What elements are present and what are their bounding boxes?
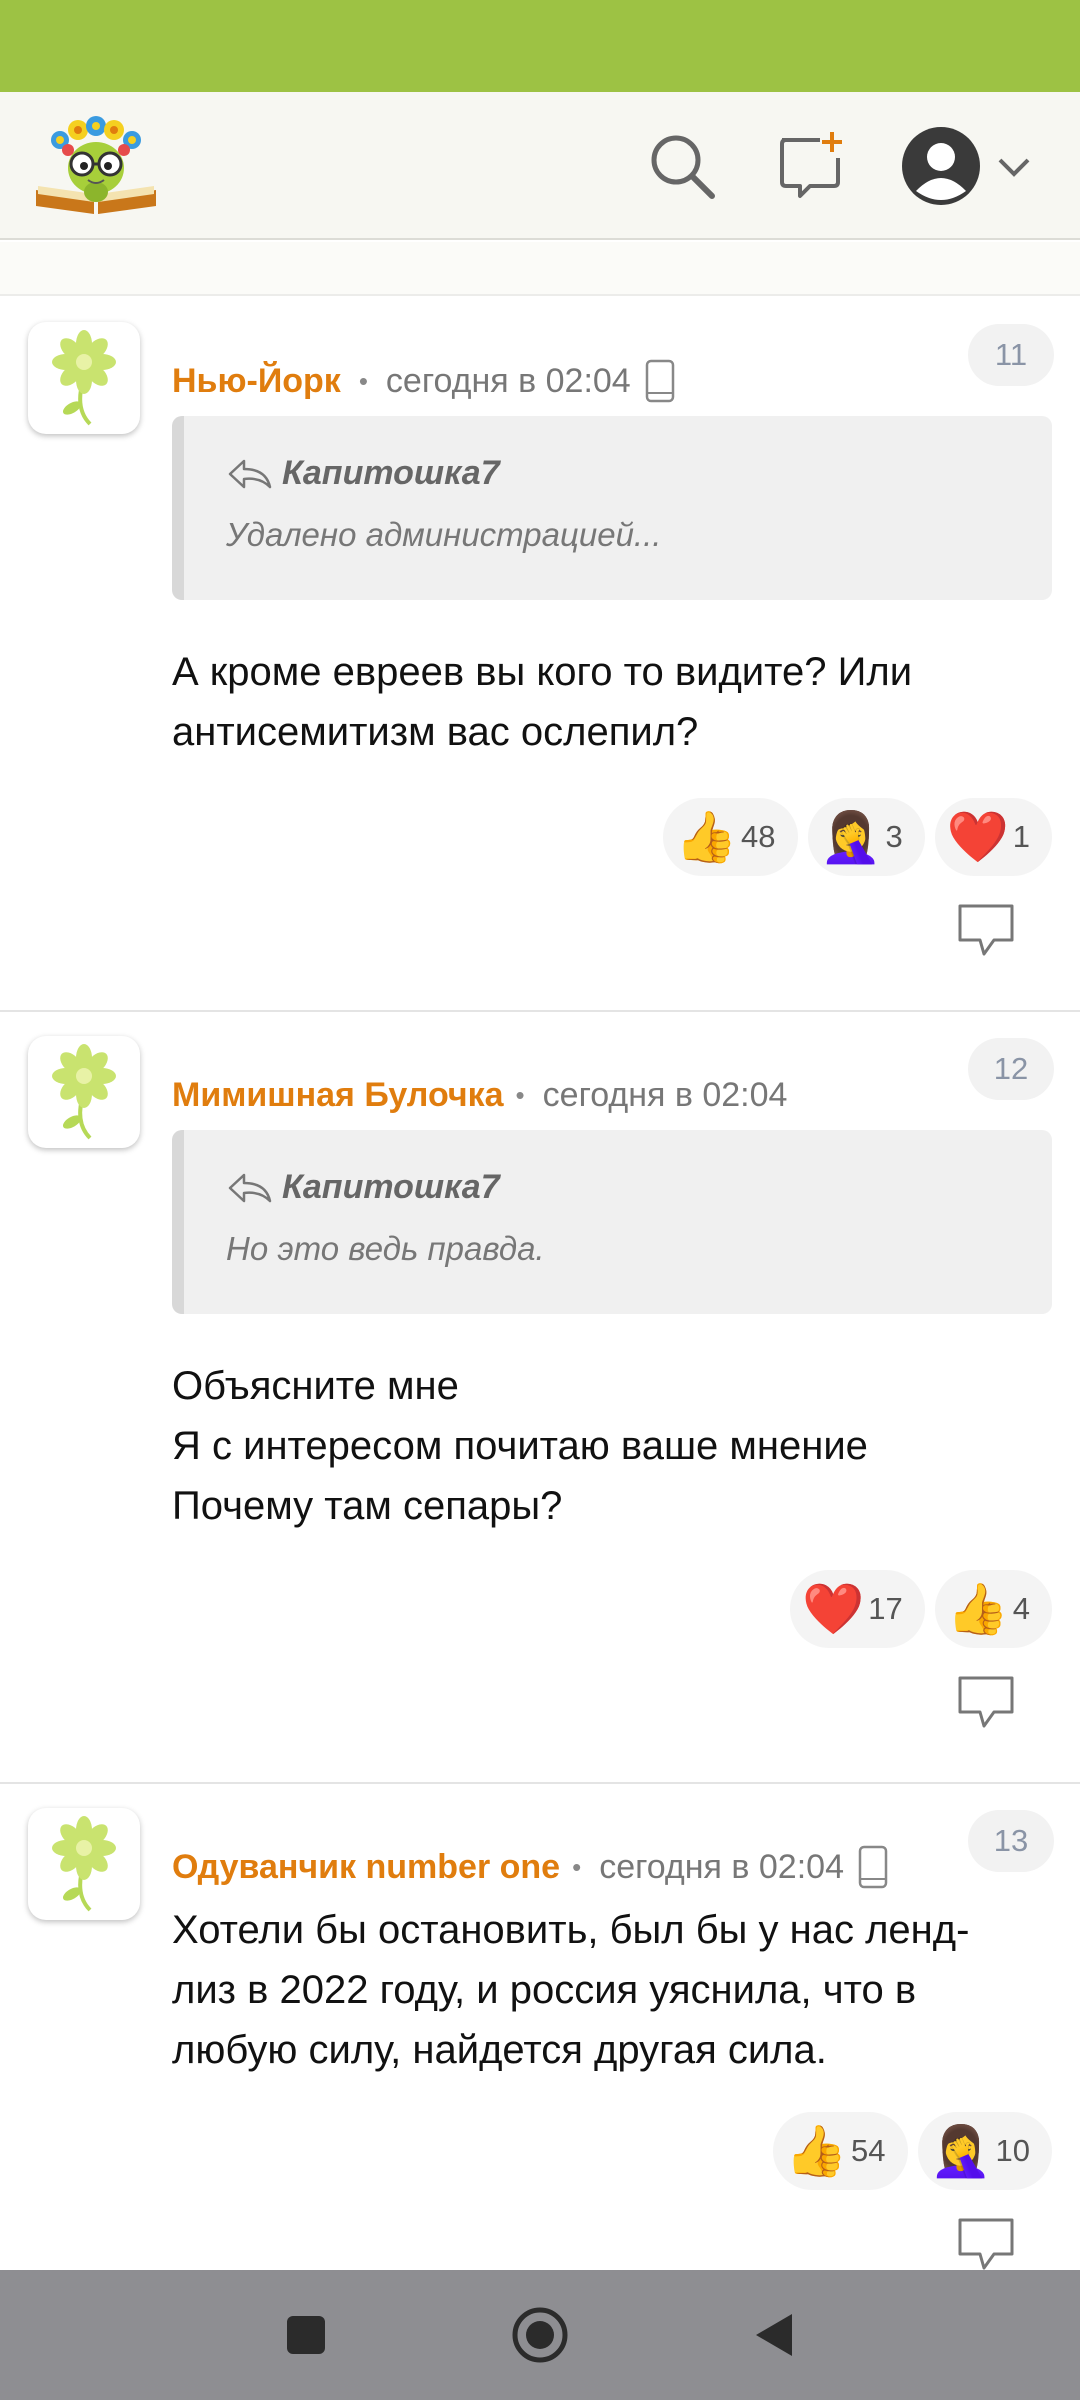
back-button[interactable] [734, 2300, 814, 2370]
recents-square-icon [287, 2316, 325, 2354]
new-post-icon [780, 132, 842, 198]
comment-13: Одуванчик number one • сегодня в 02:04 1… [0, 1784, 1080, 2270]
comment-line: Почему там сепары? [172, 1484, 563, 1528]
comment-line: А кроме евреев вы кого то видите? Или [172, 650, 913, 694]
reaction-thumbs-up[interactable]: 👍 4 [934, 1570, 1052, 1648]
reactions-bar: 👍 54 🤦‍♀️ 10 [773, 2112, 1052, 2190]
comment-body: Хотели бы остановить, был бы у нас ленд-… [172, 1900, 1052, 2080]
facepalm-icon: 🤦‍♀️ [819, 808, 882, 866]
reaction-count: 1 [1012, 819, 1030, 854]
reaction-count: 10 [995, 2133, 1030, 2168]
author-name[interactable]: Одуванчик number one [172, 1848, 560, 1887]
heart-icon: ❤️ [946, 808, 1010, 866]
comment-meta: Одуванчик number one • сегодня в 02:04 [172, 1842, 888, 1892]
author-name[interactable]: Мимишная Булочка [172, 1076, 504, 1115]
reaction-thumbs-up[interactable]: 👍 54 [773, 2112, 908, 2190]
sub-header-bar [0, 242, 1080, 296]
reactions-bar: 👍 48 🤦‍♀️ 3 ❤️ 1 [663, 798, 1052, 876]
chevron-down-icon [998, 158, 1030, 177]
quote-author: Капитошка7 [226, 454, 500, 493]
quote-block: Капитошка7 Но это ведь правда. [172, 1130, 1052, 1314]
comment-body: Объясните мне Я с интересом почитаю ваше… [172, 1356, 1052, 1536]
reaction-count: 48 [741, 819, 776, 854]
reactions-bar: ❤️ 17 👍 4 [790, 1570, 1052, 1648]
comment-line: любую силу, найдется другая сила. [172, 2028, 827, 2072]
quote-block: Капитошка7 Удалено администрацией... [172, 416, 1052, 600]
reply-arrow-icon [228, 1173, 272, 1202]
separator-dot: • [358, 365, 368, 396]
search-icon [651, 135, 715, 199]
quote-author-name: Капитошка7 [282, 1168, 500, 1206]
timestamp: сегодня в 02:04 [385, 361, 631, 400]
reply-button[interactable] [954, 900, 1018, 960]
account-icon [902, 127, 980, 205]
reaction-thumbs-up[interactable]: 👍 48 [663, 798, 798, 876]
heart-icon: ❤️ [802, 1580, 865, 1638]
quote-text: Но это ведь правда. [226, 1230, 545, 1267]
timestamp: сегодня в 02:04 [599, 1847, 844, 1886]
timestamp: сегодня в 02:04 [542, 1075, 788, 1114]
facepalm-icon: 🤦‍♀️ [929, 2122, 992, 2180]
quote-author: Капитошка7 [226, 1168, 500, 1207]
comment-line: Объясните мне [172, 1364, 459, 1408]
reply-bubble-icon [958, 1676, 1014, 1728]
home-circle-icon [512, 2307, 568, 2363]
reaction-count: 3 [885, 819, 903, 854]
comment-line: антисемитизм вас ослепил? [172, 710, 699, 754]
reaction-heart[interactable]: ❤️ 1 [934, 798, 1052, 876]
site-logo[interactable] [32, 106, 160, 218]
reaction-facepalm[interactable]: 🤦‍♀️ 3 [807, 798, 925, 876]
system-nav-bar [0, 2270, 1080, 2400]
comment-number[interactable]: 13 [968, 1810, 1054, 1872]
reaction-count: 17 [868, 1591, 903, 1626]
reply-bubble-icon [958, 904, 1014, 956]
comment-line: Хотели бы остановить, был бы у нас ленд- [172, 1908, 970, 1952]
mobile-phone-icon [645, 359, 675, 403]
reaction-count: 54 [851, 2133, 886, 2168]
thumbs-up-icon: 👍 [675, 808, 738, 866]
avatar[interactable] [28, 322, 140, 434]
comment-11: Нью-Йорк • сегодня в 02:04 11 Капитошка7… [0, 296, 1080, 1012]
home-button[interactable] [500, 2300, 580, 2370]
comment-line: Я с интересом почитаю ваше мнение [172, 1424, 868, 1468]
reply-arrow-icon [228, 459, 272, 488]
quote-author-name: Капитошка7 [282, 454, 500, 492]
thumbs-up-icon: 👍 [785, 2122, 848, 2180]
comment-meta: Мимишная Булочка • сегодня в 02:04 [172, 1070, 787, 1120]
separator-dot: • [515, 1079, 525, 1110]
author-name[interactable]: Нью-Йорк [172, 362, 341, 401]
app-header [0, 92, 1080, 240]
reaction-facepalm[interactable]: 🤦‍♀️ 10 [917, 2112, 1052, 2190]
reply-button[interactable] [954, 2214, 1018, 2274]
quote-text: Удалено администрацией... [226, 516, 662, 553]
mobile-phone-icon [858, 1845, 888, 1889]
separator-dot: • [572, 1851, 582, 1882]
status-bar [0, 0, 1080, 92]
search-button[interactable] [642, 126, 722, 206]
thumbs-up-icon: 👍 [946, 1580, 1010, 1638]
reply-bubble-icon [958, 2218, 1014, 2270]
flower-avatar-icon [52, 330, 116, 426]
back-triangle-icon [756, 2314, 792, 2356]
reply-button[interactable] [954, 1672, 1018, 1732]
reaction-heart[interactable]: ❤️ 17 [790, 1570, 925, 1648]
new-post-button[interactable] [772, 126, 852, 206]
recents-button[interactable] [266, 2300, 346, 2370]
flower-avatar-icon [52, 1816, 116, 1912]
reaction-count: 4 [1012, 1591, 1030, 1626]
comment-meta: Нью-Йорк • сегодня в 02:04 [172, 356, 675, 406]
flower-avatar-icon [52, 1044, 116, 1140]
avatar[interactable] [28, 1036, 140, 1148]
account-menu-button[interactable] [900, 118, 1040, 214]
avatar[interactable] [28, 1808, 140, 1920]
comment-12: Мимишная Булочка • сегодня в 02:04 12 Ка… [0, 1012, 1080, 1784]
comment-body: А кроме евреев вы кого то видите? Или ан… [172, 642, 1052, 762]
comment-line: лиз в 2022 году, и россия уяснила, что в [172, 1968, 917, 2012]
comment-number[interactable]: 12 [968, 1038, 1054, 1100]
comment-number[interactable]: 11 [968, 324, 1054, 386]
